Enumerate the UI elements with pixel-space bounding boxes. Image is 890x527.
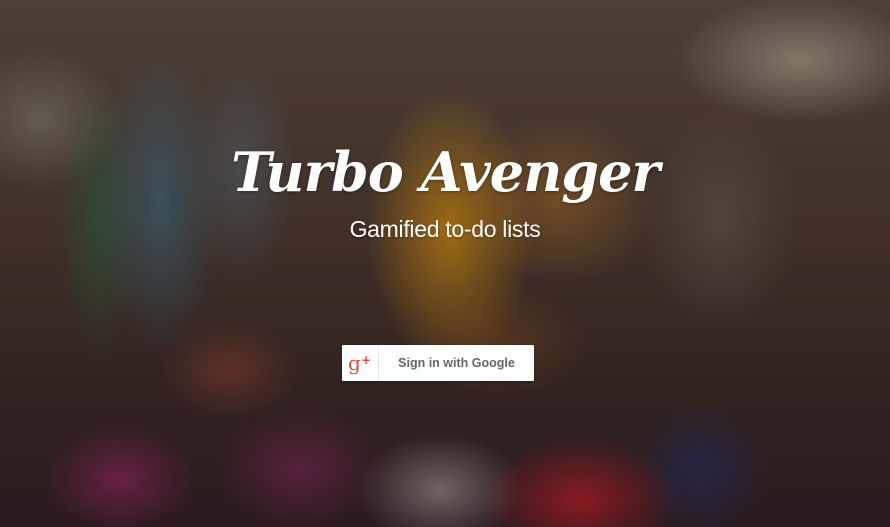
svg-text:+: +: [361, 353, 371, 367]
hero: Turbo Avenger Gamified to-do lists g + S…: [0, 0, 890, 527]
app-tagline: Gamified to-do lists: [349, 216, 541, 242]
google-signin-label: Sign in with Google: [398, 356, 515, 370]
app-title: Turbo Avenger: [231, 140, 660, 204]
google-plus-icon: g +: [342, 345, 379, 381]
landing-page: Turbo Avenger Gamified to-do lists g + S…: [0, 0, 890, 527]
svg-text:g: g: [348, 351, 361, 375]
google-signin-button[interactable]: g + Sign in with Google: [342, 345, 534, 381]
